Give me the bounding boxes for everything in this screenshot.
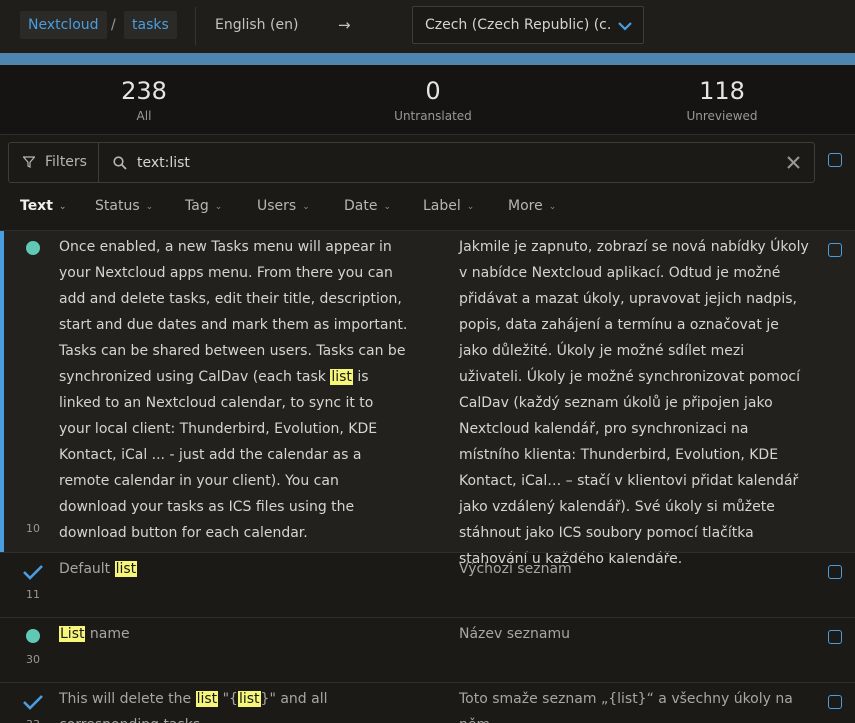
chevron-down-icon	[618, 22, 632, 31]
stat-untranslated-label: Untranslated	[394, 109, 472, 123]
selected-indicator	[0, 231, 4, 552]
tab-text[interactable]: Text ⌄	[20, 190, 66, 224]
tab-users[interactable]: Users ⌄	[257, 190, 310, 224]
chevron-down-icon: ⌄	[383, 202, 392, 212]
target-language-select[interactable]: Czech (Czech Republic) (c...	[412, 6, 644, 44]
search-highlight: List	[59, 626, 86, 642]
stats-bar: 238 All 0 Untranslated 118 Unreviewed	[0, 65, 855, 135]
tab-label-label: Label	[423, 198, 461, 214]
source-segment: Once enabled, a new Tasks menu will appe…	[59, 239, 408, 385]
table-row[interactable]: 10 Once enabled, a new Tasks menu will a…	[0, 230, 855, 567]
tab-label[interactable]: Label ⌄	[423, 190, 474, 224]
chevron-down-icon: ⌄	[145, 202, 154, 212]
target-text[interactable]: Jakmile je zapnuto, zobrazí se nová nabí…	[459, 234, 809, 572]
row-id: 10	[26, 522, 40, 535]
tab-more-label: More	[508, 198, 543, 214]
row-checkbox[interactable]	[828, 695, 842, 709]
divider	[195, 7, 196, 45]
tab-text-label: Text	[20, 198, 53, 214]
status-dot-icon	[26, 241, 40, 255]
source-segment: is linked to an Nextcloud calendar, to s…	[59, 369, 378, 541]
tab-date[interactable]: Date ⌄	[344, 190, 391, 224]
stat-untranslated-count: 0	[425, 77, 441, 105]
status-dot-icon	[26, 629, 40, 643]
target-text[interactable]: Název seznamu	[459, 621, 809, 647]
source-segment: "{	[218, 691, 238, 707]
filters-button[interactable]: Filters	[9, 143, 99, 182]
select-all-checkbox[interactable]	[828, 153, 842, 167]
filter-icon	[23, 156, 35, 168]
tab-status[interactable]: Status ⌄	[95, 190, 153, 224]
row-checkbox[interactable]	[828, 243, 842, 257]
source-segment: This will delete the	[59, 691, 196, 707]
source-text: Once enabled, a new Tasks menu will appe…	[59, 234, 409, 546]
breadcrumb-separator: /	[111, 17, 116, 33]
chevron-down-icon: ⌄	[548, 202, 557, 212]
target-text[interactable]: Toto smaže seznam „{list}“ a všechny úko…	[459, 686, 809, 723]
tab-status-label: Status	[95, 198, 140, 214]
chevron-down-icon: ⌄	[214, 202, 223, 212]
checkmark-icon	[23, 565, 43, 580]
source-text: Default list	[59, 556, 409, 582]
row-id: 11	[26, 588, 40, 601]
stat-untranslated[interactable]: 0 Untranslated	[333, 75, 533, 125]
search-highlight: list	[195, 691, 219, 707]
translation-progress-bar	[0, 53, 855, 65]
table-row[interactable]: 33 This will delete the list "{list}" an…	[0, 682, 855, 723]
row-id: 33	[26, 718, 40, 723]
stat-all-count: 238	[121, 77, 167, 105]
search-bar: Filters	[8, 142, 815, 183]
search-highlight: list	[237, 691, 261, 707]
chevron-down-icon: ⌄	[302, 202, 310, 212]
tab-tag[interactable]: Tag ⌄	[185, 190, 222, 224]
tab-users-label: Users	[257, 198, 297, 214]
source-segment: name	[85, 626, 130, 642]
chevron-down-icon: ⌄	[466, 202, 475, 212]
row-checkbox[interactable]	[828, 565, 842, 579]
breadcrumb-component[interactable]: tasks	[124, 11, 177, 39]
search-icon	[113, 156, 127, 170]
stat-unreviewed-count: 118	[699, 77, 745, 105]
chevron-down-icon: ⌄	[58, 202, 67, 212]
search-highlight: list	[330, 369, 353, 385]
filter-tabs: Text ⌄ Status ⌄ Tag ⌄ Users ⌄ Date ⌄ Label ⌄ M…	[0, 190, 855, 230]
breadcrumb-project[interactable]: Nextcloud	[20, 11, 107, 39]
checkmark-icon	[23, 695, 43, 710]
table-row[interactable]: 30 List name Název seznamu	[0, 617, 855, 682]
row-checkbox[interactable]	[828, 630, 842, 644]
source-segment: Default	[59, 561, 115, 577]
stat-all[interactable]: 238 All	[44, 75, 244, 125]
search-input[interactable]	[137, 148, 777, 177]
source-text: List name	[59, 621, 409, 647]
row-id: 30	[26, 653, 40, 666]
target-text[interactable]: Výchozí seznam	[459, 556, 809, 582]
table-row[interactable]: 11 Default list Výchozí seznam	[0, 552, 855, 617]
tab-more[interactable]: More ⌄	[508, 190, 556, 224]
close-icon[interactable]	[786, 155, 801, 170]
stat-all-label: All	[136, 109, 152, 123]
arrow-right-icon: →	[338, 16, 351, 34]
top-bar: Nextcloud / tasks English (en) → Czech (…	[0, 0, 855, 53]
tab-tag-label: Tag	[185, 198, 209, 214]
stat-unreviewed-label: Unreviewed	[686, 109, 758, 123]
source-text: This will delete the list "{list}" and a…	[59, 686, 409, 723]
stat-unreviewed[interactable]: 118 Unreviewed	[622, 75, 822, 125]
filters-label: Filters	[45, 154, 87, 170]
source-language: English (en)	[215, 17, 299, 33]
search-highlight: list	[114, 561, 138, 577]
tab-date-label: Date	[344, 198, 378, 214]
target-language-label: Czech (Czech Republic) (c...	[425, 17, 610, 33]
